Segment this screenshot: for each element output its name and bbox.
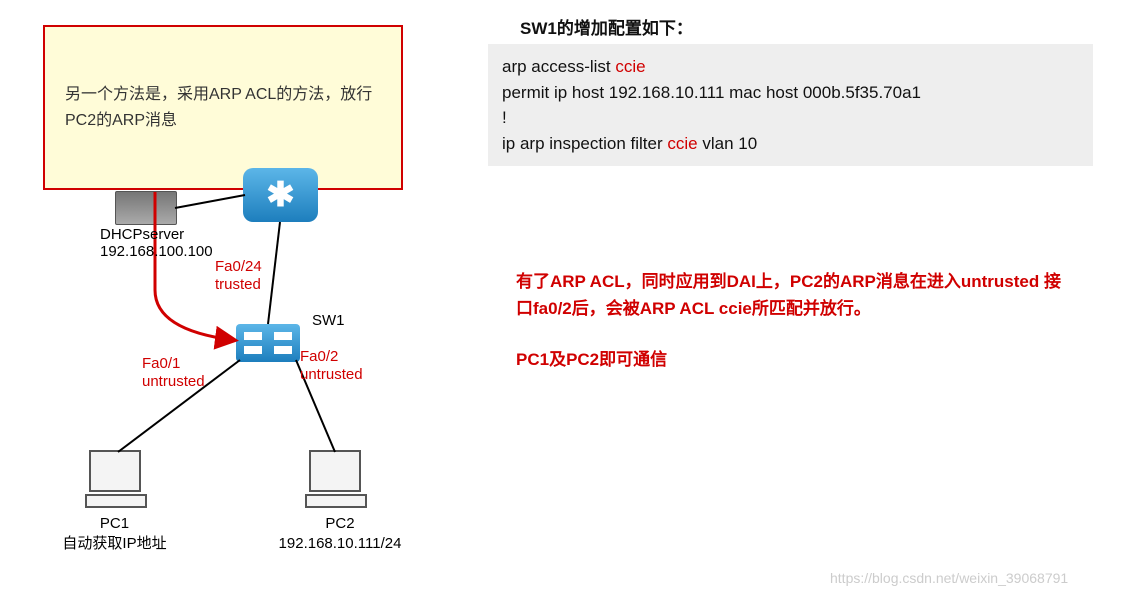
port-fa024-label: Fa0/24 trusted [215,258,262,294]
config-line-3: ! [502,105,1079,131]
config-title: SW1的增加配置如下： [520,14,693,39]
dhcp-server-icon [115,191,177,225]
watermark: https://blog.csdn.net/weixin_39068791 [830,570,1068,586]
explain-block: 有了ARP ACL，同时应用到DAI上，PC2的ARP消息在进入untruste… [516,268,1076,398]
explain-p1: 有了ARP ACL，同时应用到DAI上，PC2的ARP消息在进入untruste… [516,268,1076,322]
pc2-label: PC2 192.168.10.111/24 [265,514,415,553]
config-line-1: arp access-list ccie [502,54,1079,80]
config-line-4: ip arp inspection filter ccie vlan 10 [502,131,1079,157]
explain-p2: PC1及PC2即可通信 [516,346,1076,373]
dhcp-label: DHCPserver 192.168.100.100 [100,226,213,260]
port-fa02-label: Fa0/2 untrusted [300,348,363,384]
config-line-2: permit ip host 192.168.10.111 mac host 0… [502,80,1079,106]
config-block: arp access-list ccie permit ip host 192.… [488,44,1093,166]
pc1-icon [85,450,145,505]
router-icon: ✱ [243,168,318,222]
pc2-icon [305,450,365,505]
note-text: 另一个方法是，采用ARP ACL的方法，放行PC2的ARP消息 [65,82,381,133]
pc1-label: PC1 自动获取IP地址 [52,514,177,553]
switch-sw1-icon [236,324,300,362]
note-box: 另一个方法是，采用ARP ACL的方法，放行PC2的ARP消息 [43,25,403,190]
sw1-label: SW1 [312,312,345,329]
port-fa01-label: Fa0/1 untrusted [142,355,205,391]
